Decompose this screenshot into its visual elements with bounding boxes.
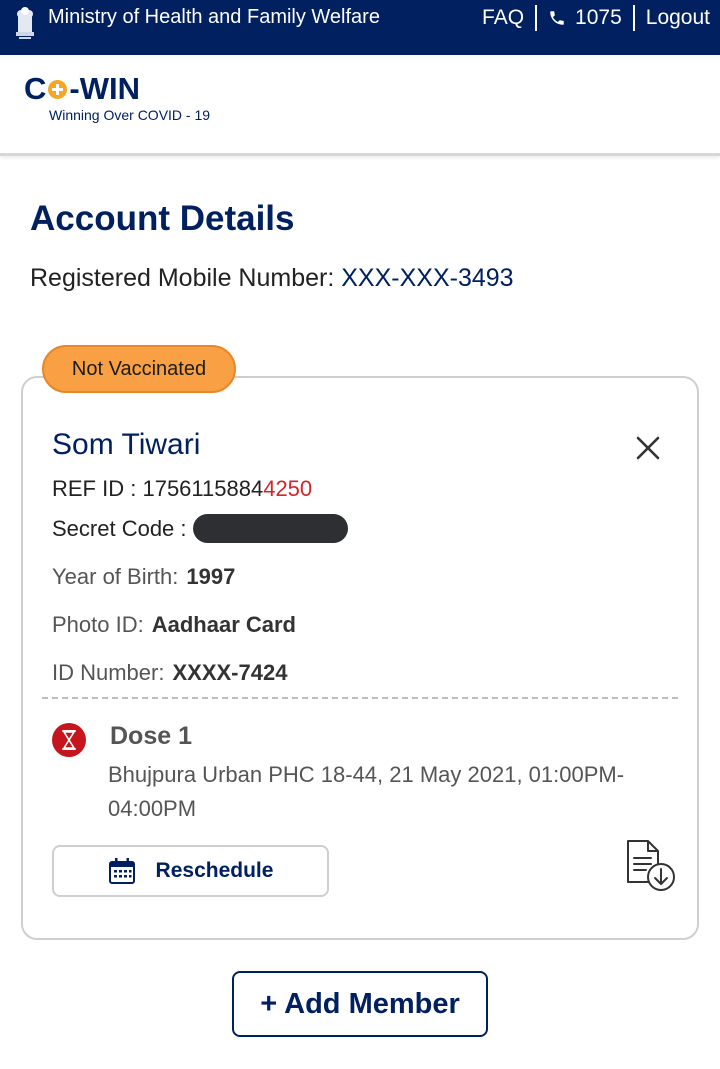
photo-id-value: Aadhaar Card bbox=[151, 612, 296, 637]
logo-text-c: C bbox=[24, 71, 47, 106]
birth-value: 1997 bbox=[186, 564, 236, 589]
logo-text-win: -WIN bbox=[69, 71, 140, 106]
year-of-birth: Year of Birth: 1997 bbox=[52, 564, 235, 590]
logout-link[interactable]: Logout bbox=[646, 6, 710, 30]
add-member-button[interactable]: + Add Member bbox=[232, 971, 488, 1037]
photo-id: Photo ID: Aadhaar Card bbox=[52, 612, 296, 638]
secret-code-redacted bbox=[192, 514, 348, 543]
download-document-button[interactable] bbox=[624, 838, 678, 894]
id-number: ID Number: XXXX-7424 bbox=[52, 660, 287, 686]
hourglass-icon bbox=[52, 723, 86, 757]
close-icon bbox=[636, 436, 660, 460]
faq-link[interactable]: FAQ bbox=[482, 6, 524, 30]
photo-id-label: Photo ID: bbox=[52, 612, 144, 637]
logo-tagline: Winning Over COVID - 19 bbox=[49, 107, 211, 123]
dose-title: Dose 1 bbox=[110, 722, 192, 750]
header-divider bbox=[632, 5, 635, 31]
id-number-label: ID Number: bbox=[52, 660, 165, 685]
mobile-label: Registered Mobile Number: bbox=[30, 264, 335, 292]
ref-label: REF ID : bbox=[52, 476, 137, 501]
top-nav-bar: Ministry of Health and Family Welfare FA… bbox=[0, 0, 720, 55]
secret-label: Secret Code : bbox=[52, 515, 187, 541]
reference-id: REF ID : 17561158844250 bbox=[52, 476, 312, 502]
reschedule-label: Reschedule bbox=[155, 859, 274, 882]
reschedule-button[interactable]: Reschedule bbox=[52, 845, 329, 897]
registered-mobile: Registered Mobile Number: XXX-XXX-3493 bbox=[30, 264, 514, 293]
vaccination-status-badge: Not Vaccinated bbox=[42, 345, 236, 393]
cowin-logo[interactable]: C -WIN bbox=[24, 71, 140, 107]
helpline-link[interactable]: 1075 bbox=[548, 6, 622, 30]
mobile-number: XXX-XXX-3493 bbox=[341, 264, 514, 292]
calendar-icon bbox=[108, 858, 135, 884]
id-number-value: XXXX-7424 bbox=[172, 660, 288, 685]
appointment-details: Bhujpura Urban PHC 18-44, 21 May 2021, 0… bbox=[108, 762, 625, 821]
page-title: Account Details bbox=[30, 199, 295, 238]
birth-label: Year of Birth: bbox=[52, 564, 179, 589]
member-name: Som Tiwari bbox=[52, 428, 201, 461]
header-divider bbox=[535, 5, 538, 31]
phone-icon bbox=[550, 11, 564, 25]
national-emblem-icon bbox=[10, 2, 40, 42]
ministry-title: Ministry of Health and Family Welfare bbox=[48, 6, 380, 28]
brand-bar: C -WIN Winning Over COVID - 19 bbox=[0, 55, 720, 156]
helpline-number: 1075 bbox=[575, 6, 622, 29]
download-document-icon bbox=[627, 840, 675, 891]
header-links: FAQ 1075 Logout bbox=[482, 3, 710, 33]
secret-code: Secret Code : bbox=[52, 514, 348, 543]
remove-member-button[interactable] bbox=[630, 430, 666, 466]
card-divider bbox=[42, 697, 678, 699]
ref-number-main: 1756115884 bbox=[142, 476, 264, 501]
ref-number-last-digits: 4250 bbox=[263, 476, 313, 501]
logo-plus-icon bbox=[48, 79, 68, 99]
